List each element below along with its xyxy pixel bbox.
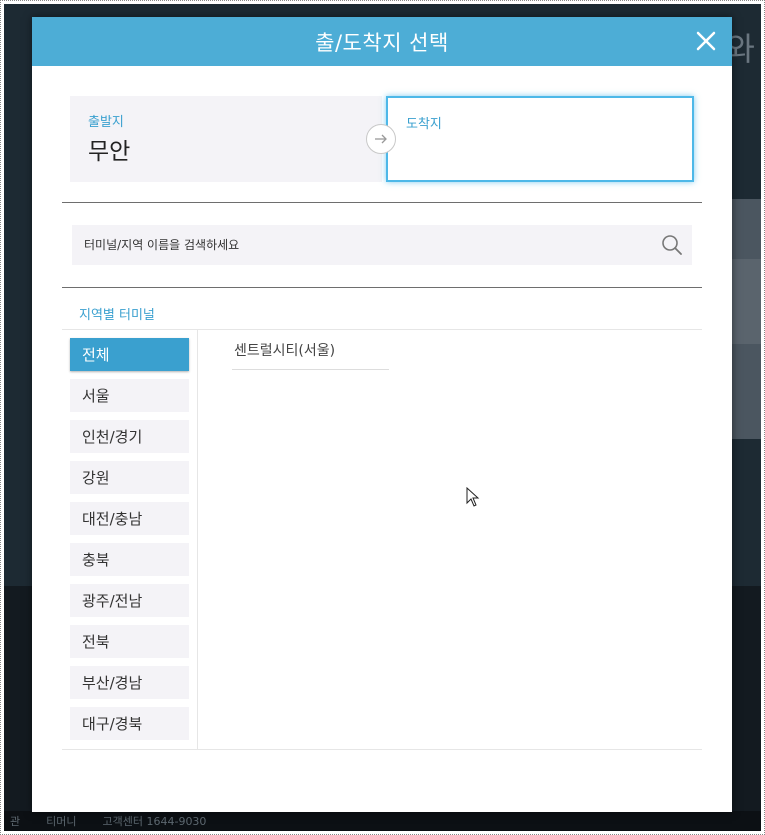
mouse-cursor-icon <box>466 487 480 507</box>
region-item-jeonbuk[interactable]: 전북 <box>70 625 189 658</box>
page-footer: 관 티머니 고객센터 1644-9030 <box>4 811 761 831</box>
search-icon <box>662 235 682 255</box>
close-icon <box>696 31 716 51</box>
search-input[interactable] <box>84 238 652 252</box>
modal-header: 출/도착지 선택 <box>32 17 732 66</box>
divider <box>62 202 702 203</box>
footer-item[interactable]: 관 <box>10 813 20 829</box>
arrow-right-icon <box>375 134 387 144</box>
region-item-all[interactable]: 전체 <box>70 338 189 371</box>
region-item-chungbuk[interactable]: 충북 <box>70 543 189 576</box>
region-item-gwangju-jeonnam[interactable]: 광주/전남 <box>70 584 189 617</box>
region-list: 전체 서울 인천/경기 강원 대전/충남 충북 광주/전남 전북 부산/경남 대… <box>62 330 198 749</box>
region-item-gangwon[interactable]: 강원 <box>70 461 189 494</box>
departure-field[interactable]: 출발지 무안 <box>70 96 382 182</box>
arrival-label: 도착지 <box>406 117 442 132</box>
route-selector: 출발지 무안 도착지 <box>70 96 694 182</box>
departure-label: 출발지 <box>88 115 124 130</box>
close-button[interactable] <box>692 27 720 55</box>
footer-item[interactable]: 고객센터 1644-9030 <box>103 813 207 829</box>
region-item-seoul[interactable]: 서울 <box>70 379 189 412</box>
region-section-title: 지역별 터미널 <box>79 308 155 323</box>
region-item-daejeon-chungnam[interactable]: 대전/충남 <box>70 502 189 535</box>
departure-value: 무안 <box>88 139 131 165</box>
region-item-incheon-gyeonggi[interactable]: 인천/경기 <box>70 420 189 453</box>
terminal-list: 센트럴시티(서울) <box>232 330 652 370</box>
search-bar <box>72 225 692 265</box>
footer-item[interactable]: 티머니 <box>46 813 76 829</box>
terminal-select-modal: 출/도착지 선택 출발지 무안 도착지 터미널/지역 이름을 검색하세요 지역별… <box>32 17 732 812</box>
route-direction-button[interactable] <box>366 124 396 154</box>
arrival-field[interactable]: 도착지 <box>386 96 694 182</box>
divider <box>62 287 702 288</box>
region-item-daegu-gyeongbuk[interactable]: 대구/경북 <box>70 707 189 740</box>
search-button[interactable] <box>652 225 692 265</box>
region-item-busan-gyeongnam[interactable]: 부산/경남 <box>70 666 189 699</box>
modal-title: 출/도착지 선택 <box>315 30 449 55</box>
terminal-item[interactable]: 센트럴시티(서울) <box>232 330 389 370</box>
backdrop-right-panel-inner <box>731 259 761 344</box>
region-terminal-panel: 전체 서울 인천/경기 강원 대전/충남 충북 광주/전남 전북 부산/경남 대… <box>62 329 702 750</box>
